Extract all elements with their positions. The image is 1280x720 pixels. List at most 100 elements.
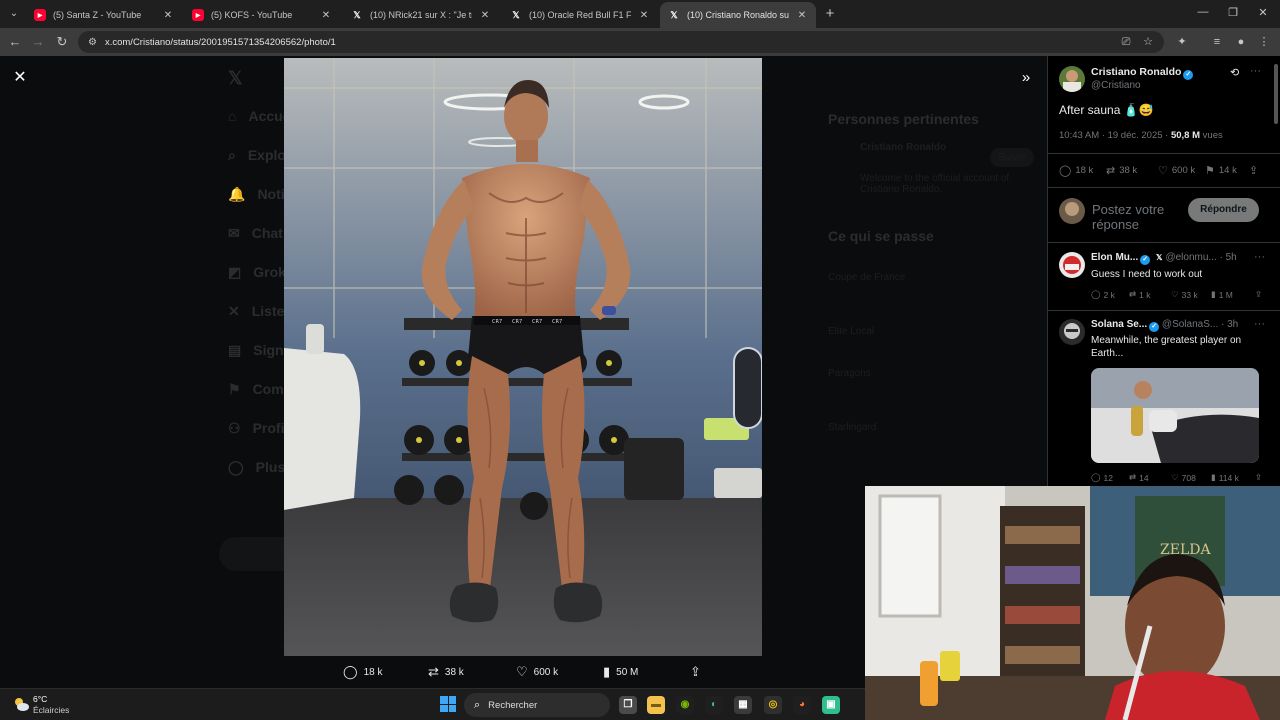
url-text[interactable]: x.com/Cristiano/status/20019515713542065…	[105, 37, 336, 48]
reply-views-button[interactable]: ▮ 114 k	[1211, 472, 1239, 483]
forward-icon[interactable]: →	[29, 33, 47, 51]
chrome-icon[interactable]: ◎	[764, 696, 782, 714]
tab-nrick21[interactable]: 𝕏 (10) NRick21 sur X : "Je trouve ç ✕	[343, 2, 499, 28]
reply-button[interactable]: ◯ 18 k	[1059, 164, 1093, 177]
grok-icon[interactable]: ⟲	[1230, 66, 1239, 79]
like-button[interactable]: ♡ 600 k	[1158, 164, 1195, 177]
windows-start-button[interactable]	[440, 696, 456, 712]
reply-author[interactable]: Elon Mu... ✓ 𝕏 @elonmu... · 5h	[1091, 252, 1237, 265]
reply-media-image[interactable]	[1091, 368, 1259, 463]
photo-like-button[interactable]: ♡ 600 k	[516, 664, 558, 680]
close-tab-icon[interactable]: ✕	[479, 10, 491, 21]
divider	[1048, 187, 1280, 188]
x-logo-icon: 𝕏	[512, 9, 520, 20]
scrollbar[interactable]	[1274, 64, 1278, 124]
author-name[interactable]: Cristiano Ronaldo ✓	[1091, 66, 1194, 80]
close-viewer-icon[interactable]: ✕	[10, 68, 30, 88]
photo-repost-button[interactable]: ⇄ 38 k	[428, 664, 464, 680]
share-button[interactable]: ⇪	[1249, 164, 1258, 177]
file-explorer-icon[interactable]: ▬	[647, 696, 665, 714]
reply-submit-button[interactable]: Répondre	[1188, 198, 1259, 222]
close-tab-icon[interactable]: ✕	[320, 10, 332, 21]
reply-share-button[interactable]: ⇪	[1255, 289, 1262, 300]
extensions-icon[interactable]: ✦	[1174, 34, 1190, 50]
collapse-sidebar-icon[interactable]: »	[1016, 68, 1036, 88]
reload-icon[interactable]: ↻	[53, 33, 71, 51]
reply-author-avatar[interactable]	[1059, 252, 1085, 278]
more-options-icon[interactable]: ···	[1250, 65, 1261, 77]
tab-oracle-red-bull[interactable]: 𝕏 (10) Oracle Red Bull F1 Fan Acc ✕	[502, 2, 658, 28]
minimize-icon[interactable]: —	[1188, 6, 1218, 18]
taskbar-search[interactable]: ⌕ Rechercher	[464, 693, 610, 717]
browser-menu-icon[interactable]: ⋮	[1256, 34, 1272, 50]
share-icon: ⇪	[690, 664, 701, 679]
reply-views-button[interactable]: ▮ 1 M	[1211, 289, 1233, 300]
comment-icon: ◯	[343, 664, 358, 679]
comment-icon: ◯	[1059, 165, 1072, 177]
bookmark-star-icon[interactable]: ☆	[1140, 34, 1156, 50]
youtube-icon: ▶	[34, 9, 46, 21]
close-tab-icon[interactable]: ✕	[162, 10, 174, 21]
repost-icon: ⇄	[1129, 289, 1137, 299]
reply-repost-button[interactable]: ⇄ 1 k	[1129, 289, 1150, 300]
repost-button[interactable]: ⇄ 38 k	[1106, 164, 1137, 177]
nvidia-icon[interactable]: ◉	[676, 696, 694, 714]
photo-reply-button[interactable]: ◯ 18 k	[343, 664, 382, 680]
reply-like-button[interactable]: ♡ 708	[1171, 472, 1196, 483]
weather-description[interactable]: Éclaircies	[33, 705, 69, 715]
close-tab-icon[interactable]: ✕	[796, 10, 808, 21]
restore-icon[interactable]: ❐	[1218, 6, 1248, 19]
reply-author-avatar[interactable]	[1059, 319, 1085, 345]
reply-photo	[1091, 368, 1259, 463]
ghost-heading: Personnes pertinentes	[828, 111, 979, 127]
reply-author[interactable]: Solana Se... ✓ @SolanaS... · 3h	[1091, 319, 1238, 332]
svg-text:CR7: CR7	[492, 319, 502, 325]
task-view-icon[interactable]: ❐	[619, 696, 637, 714]
more-options-icon[interactable]: ···	[1254, 318, 1265, 330]
tweet-time[interactable]: 10:43 AM · 19 déc. 2025 ·	[1059, 130, 1171, 141]
reply-share-button[interactable]: ⇪	[1255, 472, 1262, 483]
reply-reply-button[interactable]: ◯ 12	[1091, 472, 1113, 483]
back-icon[interactable]: ←	[6, 33, 24, 51]
weather-partly-cloudy-icon[interactable]	[12, 695, 30, 713]
comment-icon: ◯	[1091, 289, 1101, 299]
app-icon[interactable]: ▣	[822, 696, 840, 714]
media-controls-icon[interactable]: ≡	[1209, 34, 1225, 50]
youtube-icon: ▶	[192, 9, 204, 21]
browser-toolbar: ← → ↻ ⚙ x.com/Cristiano/status/200195157…	[0, 28, 1280, 56]
tweet-stats-row: ◯ 18 k ⇄ 38 k ♡ 600 k ⚑ 14 k ⇪	[1059, 164, 1269, 178]
tab-search-chevron-icon[interactable]: ⌄	[4, 4, 24, 24]
author-handle[interactable]: @Cristiano	[1091, 80, 1141, 91]
reply-reply-button[interactable]: ◯ 2 k	[1091, 289, 1115, 300]
tweet-text: After sauna 🧴😅	[1059, 103, 1154, 117]
repost-icon: ⇄	[1129, 472, 1137, 482]
author-avatar[interactable]	[1059, 66, 1085, 92]
photo-share-button[interactable]: ⇪	[690, 664, 701, 680]
reply-repost-button[interactable]: ⇄ 14	[1129, 472, 1149, 483]
new-tab-button[interactable]: +	[822, 5, 838, 22]
tab-kofs[interactable]: ▶ (5) KOFS - YouTube ✕	[184, 2, 340, 28]
bookmark-button[interactable]: ⚑ 14 k	[1205, 164, 1237, 177]
reply-like-button[interactable]: ♡ 33 k	[1171, 289, 1198, 300]
tab-cristiano-ronaldo[interactable]: 𝕏 (10) Cristiano Ronaldo sur X : "A ✕	[660, 2, 816, 28]
reply-text: Meanwhile, the greatest player on Earth.…	[1091, 335, 1242, 359]
site-settings-icon[interactable]: ⚙	[88, 37, 97, 48]
firefox-icon[interactable]: ◕	[793, 696, 811, 714]
divider	[1048, 242, 1280, 243]
post-photo[interactable]: CR7 CR7 CR7 CR7	[284, 58, 762, 656]
more-options-icon[interactable]: ···	[1254, 251, 1265, 263]
close-window-icon[interactable]: ✕	[1248, 6, 1278, 19]
tab-santa-z[interactable]: ▶ (5) Santa Z - YouTube ✕	[26, 2, 182, 28]
browser-tab-strip: ⌄ ▶ (5) Santa Z - YouTube ✕ ▶ (5) KOFS -…	[0, 0, 1280, 28]
weather-temperature[interactable]: 6°C	[33, 694, 47, 704]
close-tab-icon[interactable]: ✕	[638, 10, 650, 21]
profile-avatar-icon[interactable]: ●	[1233, 34, 1249, 50]
ghost-bio: Welcome to the official account of Crist…	[860, 173, 1010, 195]
repost-icon: ⇄	[428, 664, 439, 679]
edge-browser-icon[interactable]: ◐	[705, 696, 723, 714]
install-app-icon[interactable]: ⎚	[1118, 34, 1134, 50]
photo-views-button[interactable]: ▮ 50 M	[603, 664, 638, 680]
address-bar[interactable]: ⚙ x.com/Cristiano/status/200195157135420…	[78, 31, 1164, 53]
reply-input[interactable]: Postez votre réponse	[1092, 202, 1187, 232]
microsoft-store-icon[interactable]: ▦	[734, 696, 752, 714]
